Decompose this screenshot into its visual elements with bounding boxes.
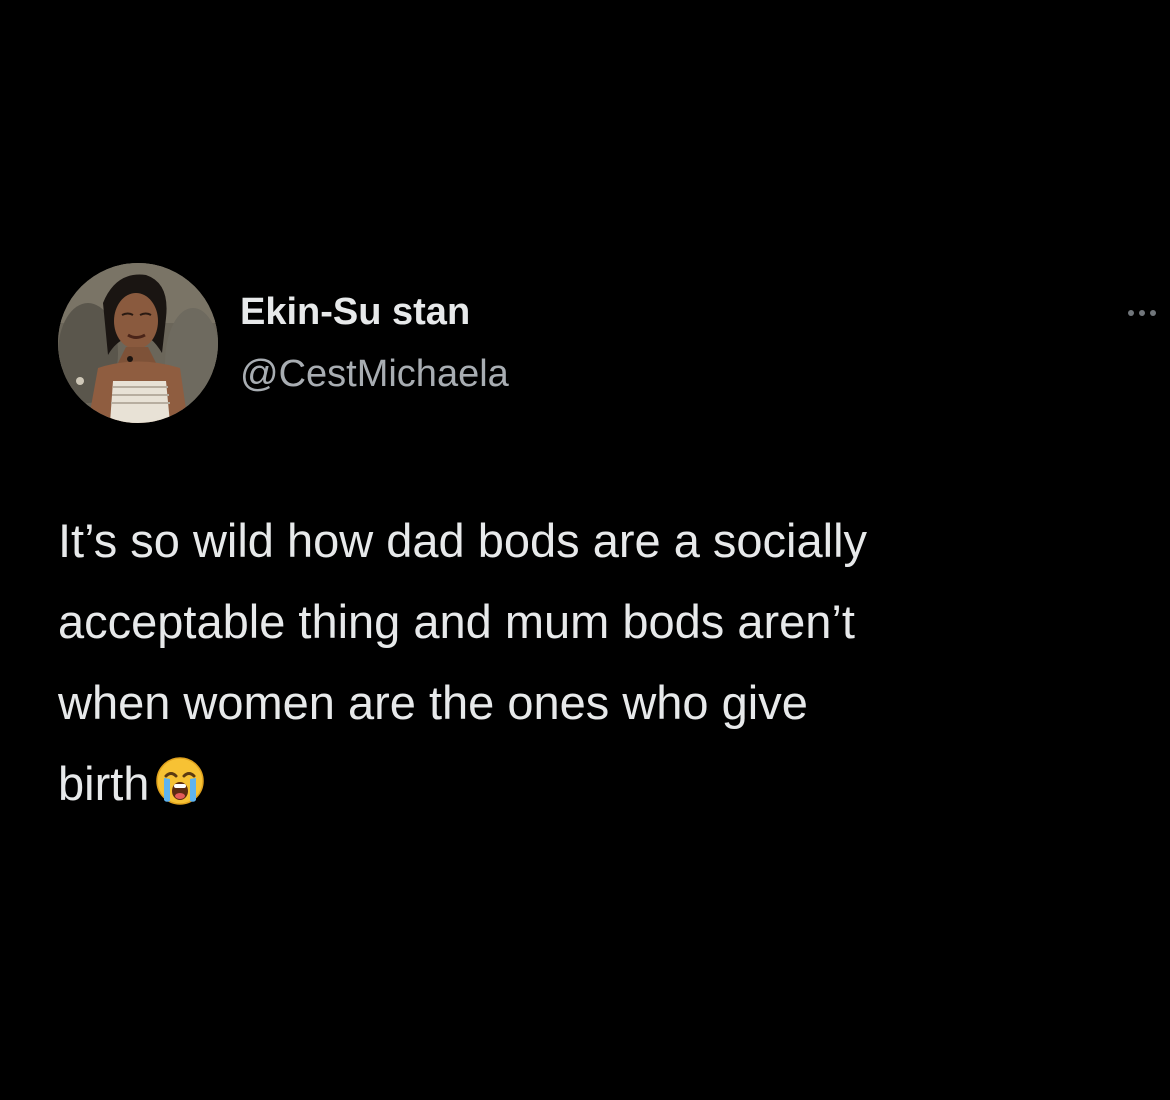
ellipsis-icon <box>1128 310 1134 316</box>
profile-photo-icon <box>58 263 218 423</box>
loudly-crying-face-icon <box>155 749 205 805</box>
tweet-text: It’s so wild how dad bods are a socially… <box>58 500 1163 824</box>
tweet-card[interactable]: Ekin-Su stan @CestMichaela It’s so wild … <box>0 0 1170 1100</box>
author-display-name[interactable]: Ekin-Su stan <box>240 290 470 334</box>
tweet-text-line: birth <box>58 743 1163 824</box>
more-options-button[interactable] <box>1120 300 1164 324</box>
avatar[interactable] <box>58 263 218 423</box>
screenshot-canvas: Ekin-Su stan @CestMichaela It’s so wild … <box>0 0 1170 1100</box>
ellipsis-icon <box>1150 310 1156 316</box>
ellipsis-icon <box>1139 310 1145 316</box>
tweet-text-line: It’s so wild how dad bods are a socially <box>58 514 868 567</box>
tweet-text-last-word: birth <box>58 757 150 810</box>
tweet-text-line: acceptable thing and mum bods aren’t <box>58 595 855 648</box>
author-handle[interactable]: @CestMichaela <box>240 352 509 396</box>
tweet-text-line: when women are the ones who give <box>58 676 808 729</box>
